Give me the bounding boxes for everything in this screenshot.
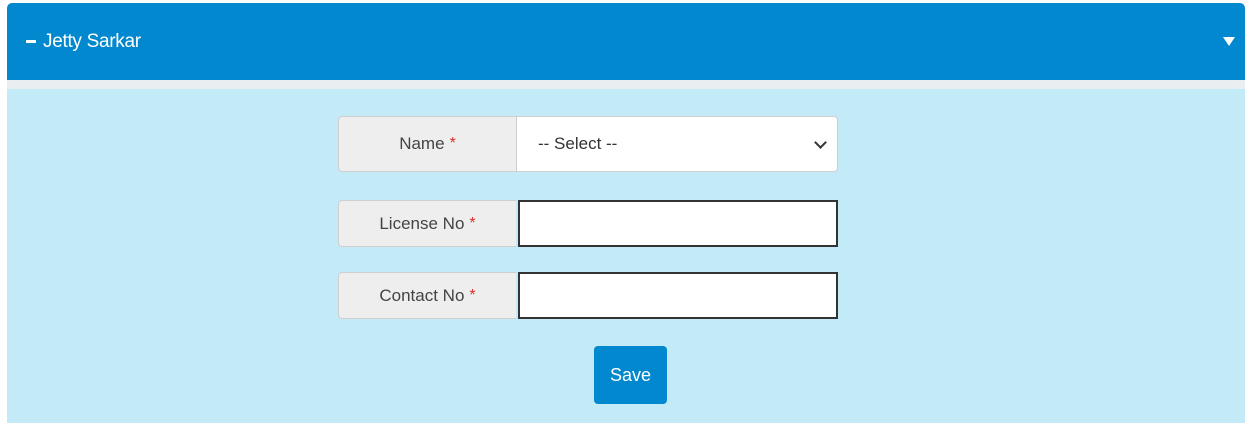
name-select-value: -- Select -- <box>538 134 618 153</box>
jetty-sarkar-panel: Jetty Sarkar Name * -- Select -- License… <box>7 3 1245 423</box>
contact-no-input[interactable] <box>518 272 838 319</box>
license-no-input[interactable] <box>518 200 838 247</box>
required-marker: * <box>469 286 476 304</box>
minus-icon[interactable] <box>26 40 36 43</box>
panel-title: Jetty Sarkar <box>43 31 141 52</box>
license-row: License No * <box>338 200 839 247</box>
panel-header[interactable]: Jetty Sarkar <box>7 3 1245 80</box>
required-marker: * <box>469 214 476 232</box>
contact-label-text: Contact No <box>379 285 465 305</box>
required-marker: * <box>449 135 456 152</box>
name-row: Name * -- Select -- <box>338 116 839 172</box>
panel-body: Name * -- Select -- License No * Contact… <box>7 89 1245 423</box>
panel-divider <box>7 80 1245 89</box>
chevron-down-icon <box>814 136 827 149</box>
name-label: Name * <box>338 116 516 172</box>
license-label-text: License No <box>379 213 465 233</box>
save-button[interactable]: Save <box>594 346 667 404</box>
license-label: License No * <box>338 200 516 247</box>
name-select[interactable]: -- Select -- <box>516 116 838 172</box>
contact-label: Contact No * <box>338 272 516 319</box>
name-label-text: Name <box>399 134 445 153</box>
contact-row: Contact No * <box>338 272 839 319</box>
caret-down-icon[interactable] <box>1223 37 1235 46</box>
